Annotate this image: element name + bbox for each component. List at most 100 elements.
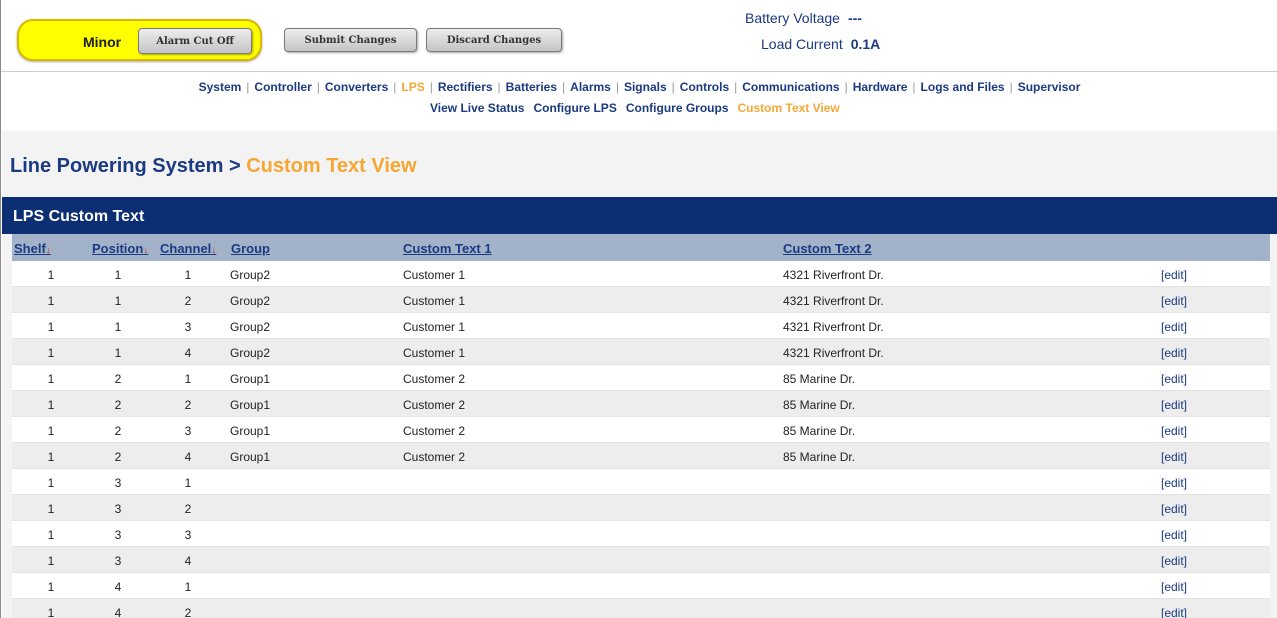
nav-item-supervisor[interactable]: Supervisor	[1018, 80, 1081, 94]
nav-separator: |	[734, 80, 738, 94]
edit-link[interactable]: [edit]	[1161, 372, 1187, 386]
app-frame: Minor Alarm Cut Off Submit Changes Disca…	[0, 0, 1277, 618]
cell-position: 4	[114, 580, 122, 594]
battery-voltage-readout: Battery Voltage ---	[745, 10, 862, 26]
edit-link[interactable]: [edit]	[1161, 268, 1187, 282]
edit-link[interactable]: [edit]	[1161, 294, 1187, 308]
table-row: 1 1 3 Group2 Customer 1 4321 Riverfront Dr. [e…	[12, 313, 1270, 339]
cell-custom-text-2: 85 Marine Dr.	[783, 424, 856, 438]
nav-item-lps[interactable]: LPS	[401, 80, 424, 94]
cell-group: Group2	[230, 294, 271, 308]
cell-channel: 2	[184, 398, 192, 412]
edit-link[interactable]: [edit]	[1161, 606, 1187, 618]
table-row: 1 3 2 [edit]	[12, 495, 1270, 521]
cell-custom-text-1: Customer 1	[403, 320, 466, 334]
column-header-position[interactable]: Position↓	[92, 241, 148, 256]
cell-custom-text-1: Customer 2	[403, 372, 466, 386]
column-header-channel[interactable]: Channel↓	[160, 241, 216, 256]
cell-shelf: 1	[47, 346, 55, 360]
cell-custom-text-2: 4321 Riverfront Dr.	[783, 294, 884, 308]
nav-separator: |	[615, 80, 619, 94]
edit-link[interactable]: [edit]	[1161, 450, 1187, 464]
table-row: 1 1 4 Group2 Customer 1 4321 Riverfront Dr. [e…	[12, 339, 1270, 365]
table-row: 1 4 1 [edit]	[12, 573, 1270, 599]
sub-nav-items: View Live Status Configure LPS Configure G…	[430, 101, 849, 115]
edit-link[interactable]: [edit]	[1161, 424, 1187, 438]
table-header: Shelf↓ Position↓ Channel↓ Group Custom T…	[12, 234, 1270, 261]
cell-group: Group1	[230, 398, 271, 412]
cell-channel: 3	[184, 528, 192, 542]
cell-position: 3	[114, 502, 122, 516]
cell-group: Group1	[230, 424, 271, 438]
sort-indicator-icon: ↓	[45, 245, 51, 256]
breadcrumb-current: Custom Text View	[246, 155, 417, 177]
nav-item-controller[interactable]: Controller	[254, 80, 311, 94]
breadcrumb-separator: >	[228, 155, 241, 177]
cell-shelf: 1	[47, 450, 55, 464]
cell-custom-text-2: 85 Marine Dr.	[783, 372, 856, 386]
cell-position: 3	[114, 528, 122, 542]
edit-link[interactable]: [edit]	[1161, 398, 1187, 412]
discard-changes-button[interactable]: Discard Changes	[426, 28, 562, 52]
cell-group: Group2	[230, 320, 271, 334]
table-row: 1 3 4 [edit]	[12, 547, 1270, 573]
nav-separator: |	[246, 80, 250, 94]
custom-text-table: Shelf↓ Position↓ Channel↓ Group Custom T…	[12, 234, 1270, 618]
top-header: Minor Alarm Cut Off Submit Changes Disca…	[1, 0, 1277, 72]
breadcrumb-parent[interactable]: Line Powering System	[10, 155, 223, 177]
cell-shelf: 1	[47, 294, 55, 308]
subnav-item-view-live-status[interactable]: View Live Status	[430, 101, 524, 115]
cell-position: 1	[114, 294, 122, 308]
cell-channel: 3	[184, 424, 192, 438]
main-nav: System | Controller | Converters | LPS | Rectifi…	[1, 80, 1277, 94]
alarm-status-indicator: Minor Alarm Cut Off	[17, 19, 262, 61]
cell-position: 1	[114, 320, 122, 334]
edit-link[interactable]: [edit]	[1161, 320, 1187, 334]
column-header-custom-text-1[interactable]: Custom Text 1	[403, 241, 492, 256]
subnav-item-configure-lps[interactable]: Configure LPS	[533, 101, 616, 115]
nav-item-converters[interactable]: Converters	[325, 80, 388, 94]
table-row: 1 2 1 Group1 Customer 2 85 Marine Dr. [edit]	[12, 365, 1270, 391]
subnav-item-configure-groups[interactable]: Configure Groups	[626, 101, 729, 115]
nav-item-system[interactable]: System	[199, 80, 242, 94]
cell-shelf: 1	[47, 268, 55, 282]
nav-item-batteries[interactable]: Batteries	[506, 80, 557, 94]
cell-group: Group1	[230, 372, 271, 386]
column-header-shelf[interactable]: Shelf↓	[14, 241, 51, 256]
edit-link[interactable]: [edit]	[1161, 476, 1187, 490]
cell-channel: 1	[184, 476, 192, 490]
page-title: Line Powering System > Custom Text View	[10, 155, 417, 178]
column-header-group[interactable]: Group	[231, 241, 270, 256]
edit-link[interactable]: [edit]	[1161, 346, 1187, 360]
cell-custom-text-2: 85 Marine Dr.	[783, 398, 856, 412]
panel-title: LPS Custom Text	[2, 197, 1277, 234]
nav-item-hardware[interactable]: Hardware	[853, 80, 908, 94]
cell-shelf: 1	[47, 320, 55, 334]
nav-item-rectifiers[interactable]: Rectifiers	[438, 80, 493, 94]
cell-position: 4	[114, 606, 122, 618]
submit-changes-button[interactable]: Submit Changes	[284, 28, 417, 52]
edit-link[interactable]: [edit]	[1161, 528, 1187, 542]
cell-custom-text-1: Customer 1	[403, 268, 466, 282]
nav-separator: |	[671, 80, 675, 94]
edit-link[interactable]: [edit]	[1161, 580, 1187, 594]
subnav-item-custom-text-view[interactable]: Custom Text View	[738, 101, 840, 115]
alarm-cut-off-button[interactable]: Alarm Cut Off	[138, 28, 252, 54]
column-header-custom-text-2[interactable]: Custom Text 2	[783, 241, 872, 256]
table-row: 1 1 1 Group2 Customer 1 4321 Riverfront Dr. [e…	[12, 261, 1270, 287]
nav-separator: |	[316, 80, 320, 94]
cell-channel: 4	[184, 346, 192, 360]
cell-custom-text-2: 4321 Riverfront Dr.	[783, 268, 884, 282]
nav-item-logs-and-files[interactable]: Logs and Files	[921, 80, 1005, 94]
nav-item-signals[interactable]: Signals	[624, 80, 667, 94]
edit-link[interactable]: [edit]	[1161, 502, 1187, 516]
nav-item-controls[interactable]: Controls	[680, 80, 729, 94]
nav-separator: |	[497, 80, 501, 94]
nav-item-alarms[interactable]: Alarms	[570, 80, 611, 94]
nav-item-communications[interactable]: Communications	[742, 80, 839, 94]
sort-indicator-icon: ↓	[211, 245, 217, 256]
edit-link[interactable]: [edit]	[1161, 554, 1187, 568]
table-row: 1 4 2 [edit]	[12, 599, 1270, 618]
cell-shelf: 1	[47, 398, 55, 412]
cell-channel: 3	[184, 320, 192, 334]
